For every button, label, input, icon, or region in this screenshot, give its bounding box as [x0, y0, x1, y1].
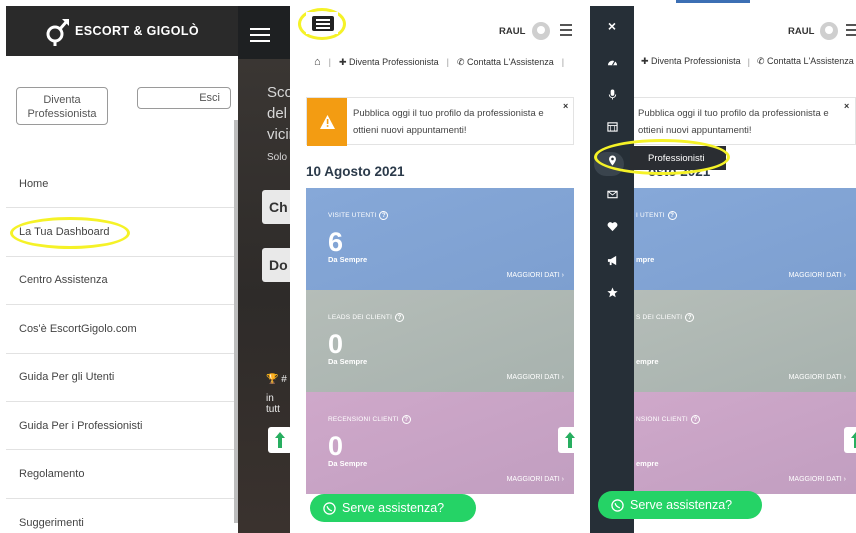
trophy-text: 🏆 #	[266, 374, 287, 385]
banner-close-button[interactable]: ×	[844, 101, 849, 111]
whatsapp-help-button[interactable]: Serve assistenza?	[598, 491, 762, 519]
collapsed-nav-panel: RAUL ✚ Diventa Professionista | ✆ Contat…	[590, 0, 856, 533]
envelope-icon[interactable]	[602, 184, 622, 204]
scroll-top-button[interactable]	[268, 427, 290, 453]
banner-close-button[interactable]: ×	[563, 101, 568, 111]
yellow-highlight-annotation	[594, 139, 730, 175]
nav-contatta-assistenza[interactable]: ✆ Contatta L'Assistenza	[457, 57, 554, 68]
whatsapp-help-button[interactable]: Serve assistenza?	[310, 494, 476, 522]
menu-item-cos-e[interactable]: Cos'è EscortGigolo.com	[6, 305, 238, 354]
stat-card-leads[interactable]: S DEI CLIENTI? empre Maggiori dati ›	[634, 290, 856, 392]
background-input-2: Do	[262, 248, 290, 282]
maggiori-dati-link[interactable]: Maggiori dati ›	[507, 374, 564, 381]
top-nav: ⌂ | ✚ Diventa Professionista | ✆ Contatt…	[314, 56, 565, 68]
promo-banner: Pubblica oggi il tuo profilo da professi…	[306, 97, 574, 146]
whatsapp-icon	[323, 501, 336, 515]
maggiori-dati-link[interactable]: Maggiori dati ›	[507, 476, 564, 483]
site-logo[interactable]: ESCORT & GIGOLÒ	[45, 16, 199, 46]
hamburger-icon	[312, 16, 334, 31]
help-icon: ?	[685, 313, 695, 322]
promo-banner: Pubblica oggi il tuo profilo da professi…	[630, 97, 856, 145]
megaphone-icon[interactable]	[602, 250, 622, 270]
esci-button[interactable]: Esci	[137, 87, 231, 109]
dashboard-icon[interactable]	[602, 52, 622, 72]
top-nav: ✚ Diventa Professionista | ✆ Contatta L'…	[641, 56, 854, 67]
home-icon[interactable]: ⌂	[314, 56, 321, 68]
dashboard-content: RAUL ✚ Diventa Professionista | ✆ Contat…	[630, 0, 856, 533]
side-menu-header: ESCORT & GIGOLÒ	[6, 6, 238, 56]
stat-card-visite[interactable]: I UTENTI? mpre Maggiori dati ›	[634, 188, 856, 290]
side-menu-list: Home La Tua Dashboard Centro Assistenza …	[6, 160, 238, 533]
menu-item-regolamento[interactable]: Regolamento	[6, 450, 238, 499]
maggiori-dati-link[interactable]: Maggiori dati ›	[789, 476, 846, 483]
menu-item-guida-professionisti[interactable]: Guida Per i Professionisti	[6, 402, 238, 451]
user-name[interactable]: RAUL	[788, 26, 814, 37]
nav-diventa-professionista[interactable]: ✚ Diventa Professionista	[641, 56, 741, 67]
help-icon: ?	[379, 211, 389, 220]
user-avatar[interactable]	[532, 22, 550, 40]
menu-toggle-button[interactable]	[306, 12, 338, 34]
microphone-icon[interactable]	[602, 84, 622, 104]
warning-icon	[307, 98, 347, 146]
stat-card-visite[interactable]: Visite utenti? 6 Da Sempre Maggiori dati…	[306, 188, 574, 290]
background-text: in tutt	[266, 393, 280, 415]
whatsapp-icon	[611, 498, 624, 512]
yellow-highlight-annotation	[10, 217, 130, 250]
trophy-icon: 🏆	[266, 374, 279, 385]
star-icon[interactable]	[602, 282, 622, 302]
side-menu-panel: ESCORT & GIGOLÒ Diventa Professionista E…	[0, 0, 290, 533]
collapsed-sidebar: ×	[590, 6, 634, 533]
dashboard-panel: RAUL ⌂ | ✚ Diventa Professionista | ✆ Co…	[296, 0, 584, 533]
user-name[interactable]: RAUL	[499, 26, 525, 37]
help-icon: ?	[395, 313, 405, 322]
user-avatar[interactable]	[820, 22, 838, 40]
background-hero-text: Sco del vicin Solo	[267, 84, 290, 163]
stat-card-recensioni[interactable]: NSIONI CLIENTI? empre Maggiori dati ›	[634, 392, 856, 494]
menu-item-guida-utenti[interactable]: Guida Per gli Utenti	[6, 354, 238, 402]
banner-text: Pubblica oggi il tuo profilo da professi…	[353, 108, 544, 136]
help-icon: ?	[401, 415, 411, 424]
dashboard-date: 10 Agosto 2021	[306, 164, 405, 179]
arrow-up-icon	[565, 432, 575, 448]
hamburger-icon[interactable]	[560, 24, 572, 40]
arrow-up-icon	[275, 432, 285, 448]
menu-item-home[interactable]: Home	[6, 160, 238, 209]
hamburger-icon[interactable]	[250, 28, 270, 46]
hamburger-icon[interactable]	[846, 24, 856, 40]
menu-item-centro-assistenza[interactable]: Centro Assistenza	[6, 257, 238, 306]
arrow-up-icon	[851, 432, 856, 448]
background-header	[238, 6, 290, 59]
phone-icon: ✆	[456, 56, 465, 67]
scroll-top-button[interactable]	[558, 427, 582, 453]
stat-card-recensioni[interactable]: Recensioni clienti? 0 Da Sempre Maggiori…	[306, 392, 574, 494]
menu-item-dashboard[interactable]: La Tua Dashboard	[6, 208, 238, 257]
maggiori-dati-link[interactable]: Maggiori dati ›	[789, 374, 846, 381]
nav-diventa-professionista[interactable]: ✚ Diventa Professionista	[339, 57, 439, 68]
heart-icon[interactable]	[602, 216, 622, 236]
phone-icon: ✆	[756, 56, 765, 66]
help-icon: ?	[690, 415, 700, 424]
help-icon: ?	[667, 211, 677, 220]
calendar-icon[interactable]	[602, 116, 622, 136]
banner-text: Pubblica oggi il tuo profilo da professi…	[638, 108, 829, 136]
stat-card-leads[interactable]: Leads dei clienti? 0 Da Sempre Maggiori …	[306, 290, 574, 392]
nav-contatta-assistenza[interactable]: ✆ Contatta L'Assistenza	[757, 56, 854, 67]
logo-text: ESCORT & GIGOLÒ	[74, 24, 200, 38]
background-input-1: Ch	[262, 190, 290, 224]
close-icon[interactable]: ×	[602, 16, 622, 36]
maggiori-dati-link[interactable]: Maggiori dati ›	[507, 272, 564, 279]
diventa-professionista-button[interactable]: Diventa Professionista	[16, 87, 108, 125]
scroll-top-button[interactable]	[844, 427, 856, 453]
maggiori-dati-link[interactable]: Maggiori dati ›	[789, 272, 846, 279]
gender-symbol-icon	[46, 19, 69, 46]
menu-item-suggerimenti[interactable]: Suggerimenti	[6, 499, 238, 533]
